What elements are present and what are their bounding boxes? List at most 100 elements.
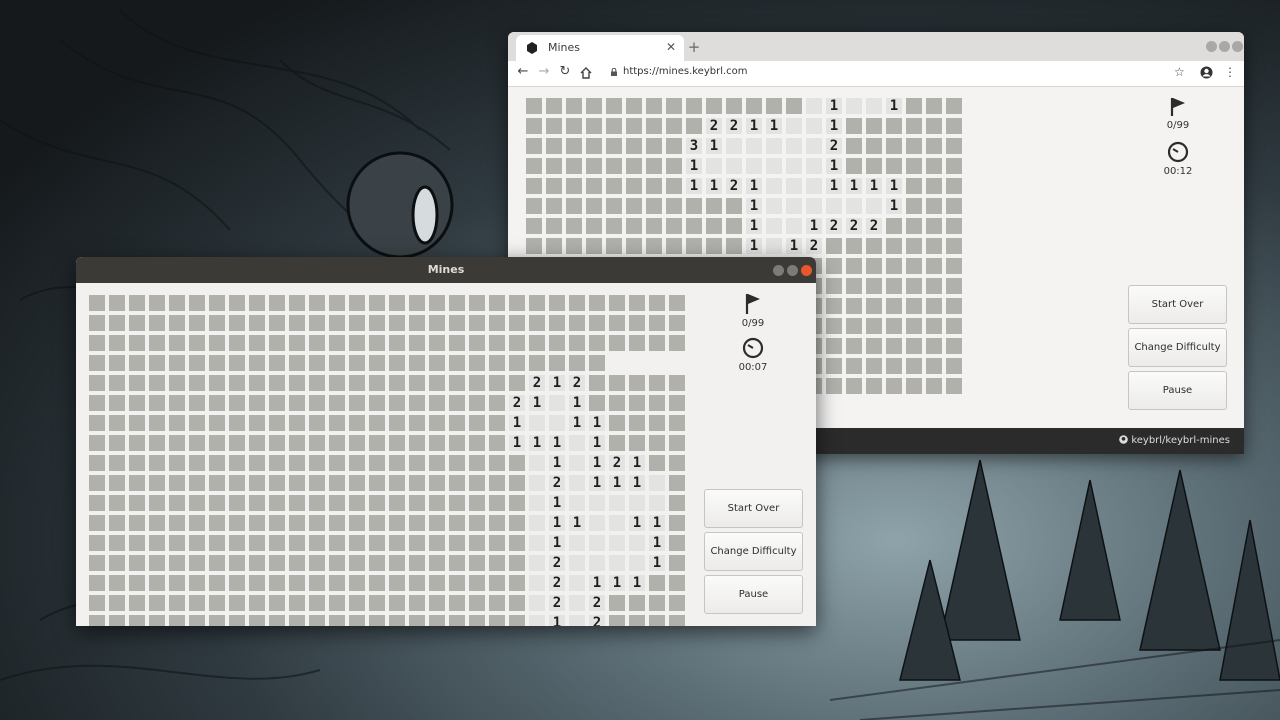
grid-cell[interactable] [686, 218, 702, 234]
grid-cell[interactable] [369, 435, 385, 451]
grid-cell[interactable] [846, 298, 862, 314]
grid-cell[interactable] [886, 278, 902, 294]
grid-cell[interactable] [469, 375, 485, 391]
grid-cell[interactable] [329, 535, 345, 551]
grid-cell[interactable] [149, 515, 165, 531]
grid-cell[interactable] [469, 435, 485, 451]
grid-cell[interactable]: 1 [589, 415, 605, 431]
grid-cell[interactable] [566, 118, 582, 134]
grid-cell[interactable] [846, 238, 862, 254]
grid-cell[interactable] [229, 435, 245, 451]
grid-cell[interactable]: 2 [569, 375, 585, 391]
grid-cell[interactable] [369, 575, 385, 591]
start-over-button[interactable]: Start Over [1128, 285, 1227, 324]
grid-cell[interactable] [826, 358, 842, 374]
grid-cell[interactable] [529, 335, 545, 351]
grid-cell[interactable] [509, 295, 525, 311]
grid-cell[interactable] [169, 455, 185, 471]
grid-cell[interactable] [946, 138, 962, 154]
address-bar[interactable]: https://mines.keybrl.com [623, 66, 748, 77]
grid-cell[interactable] [469, 355, 485, 371]
grid-cell[interactable] [409, 555, 425, 571]
grid-cell[interactable] [669, 595, 685, 611]
grid-cell[interactable] [669, 415, 685, 431]
grid-cell[interactable] [429, 455, 445, 471]
grid-cell[interactable] [89, 535, 105, 551]
grid-cell[interactable]: 3 [686, 138, 702, 154]
grid-cell[interactable] [489, 415, 505, 431]
grid-cell[interactable] [626, 218, 642, 234]
grid-cell[interactable] [586, 138, 602, 154]
grid-cell[interactable] [569, 355, 585, 371]
grid-cell[interactable] [886, 338, 902, 354]
grid-cell[interactable] [389, 435, 405, 451]
grid-cell[interactable] [546, 158, 562, 174]
grid-cell[interactable] [209, 315, 225, 331]
grid-cell[interactable] [646, 218, 662, 234]
grid-cell[interactable] [569, 435, 585, 451]
grid-cell[interactable] [669, 295, 685, 311]
grid-cell[interactable] [726, 98, 742, 114]
grid-cell[interactable] [149, 595, 165, 611]
grid-cell[interactable] [546, 98, 562, 114]
grid-cell[interactable]: 2 [549, 595, 565, 611]
grid-cell[interactable] [549, 335, 565, 351]
grid-cell[interactable] [149, 535, 165, 551]
grid-cell[interactable] [906, 178, 922, 194]
grid-cell[interactable] [629, 415, 645, 431]
pause-button[interactable]: Pause [704, 575, 803, 614]
grid-cell[interactable] [569, 315, 585, 331]
grid-cell[interactable] [289, 575, 305, 591]
grid-cell[interactable] [209, 435, 225, 451]
grid-cell[interactable] [449, 535, 465, 551]
grid-cell[interactable] [946, 318, 962, 334]
grid-cell[interactable] [529, 495, 545, 511]
grid-cell[interactable]: 2 [726, 118, 742, 134]
grid-cell[interactable] [926, 158, 942, 174]
grid-cell[interactable] [289, 375, 305, 391]
grid-cell[interactable] [289, 455, 305, 471]
grid-cell[interactable] [489, 515, 505, 531]
grid-cell[interactable] [309, 495, 325, 511]
grid-cell[interactable] [826, 338, 842, 354]
grid-cell[interactable] [529, 555, 545, 571]
grid-cell[interactable] [109, 415, 125, 431]
grid-cell[interactable]: 1 [589, 575, 605, 591]
grid-cell[interactable] [509, 475, 525, 491]
grid-cell[interactable] [669, 375, 685, 391]
grid-cell[interactable] [529, 535, 545, 551]
grid-cell[interactable] [229, 575, 245, 591]
grid-cell[interactable] [586, 158, 602, 174]
grid-cell[interactable] [269, 435, 285, 451]
grid-cell[interactable]: 1 [886, 98, 902, 114]
grid-cell[interactable] [429, 415, 445, 431]
grid-cell[interactable] [489, 295, 505, 311]
grid-cell[interactable] [526, 178, 542, 194]
grid-cell[interactable] [249, 415, 265, 431]
change-difficulty-button[interactable]: Change Difficulty [1128, 328, 1227, 367]
grid-cell[interactable] [149, 315, 165, 331]
grid-cell[interactable] [509, 315, 525, 331]
grid-cell[interactable] [529, 315, 545, 331]
grid-cell[interactable] [589, 375, 605, 391]
grid-cell[interactable] [826, 318, 842, 334]
grid-cell[interactable] [609, 315, 625, 331]
grid-cell[interactable] [109, 575, 125, 591]
grid-cell[interactable] [846, 258, 862, 274]
grid-cell[interactable] [169, 475, 185, 491]
grid-cell[interactable] [669, 475, 685, 491]
grid-cell[interactable]: 1 [706, 138, 722, 154]
grid-cell[interactable] [389, 495, 405, 511]
grid-cell[interactable] [189, 395, 205, 411]
grid-cell[interactable] [906, 218, 922, 234]
grid-cell[interactable] [109, 355, 125, 371]
grid-cell[interactable] [309, 575, 325, 591]
grid-cell[interactable] [269, 315, 285, 331]
grid-cell[interactable]: 1 [609, 575, 625, 591]
grid-cell[interactable] [349, 515, 365, 531]
grid-cell[interactable] [189, 455, 205, 471]
grid-cell[interactable] [566, 238, 582, 254]
grid-cell[interactable] [926, 378, 942, 394]
grid-cell[interactable] [566, 218, 582, 234]
grid-cell[interactable] [209, 375, 225, 391]
